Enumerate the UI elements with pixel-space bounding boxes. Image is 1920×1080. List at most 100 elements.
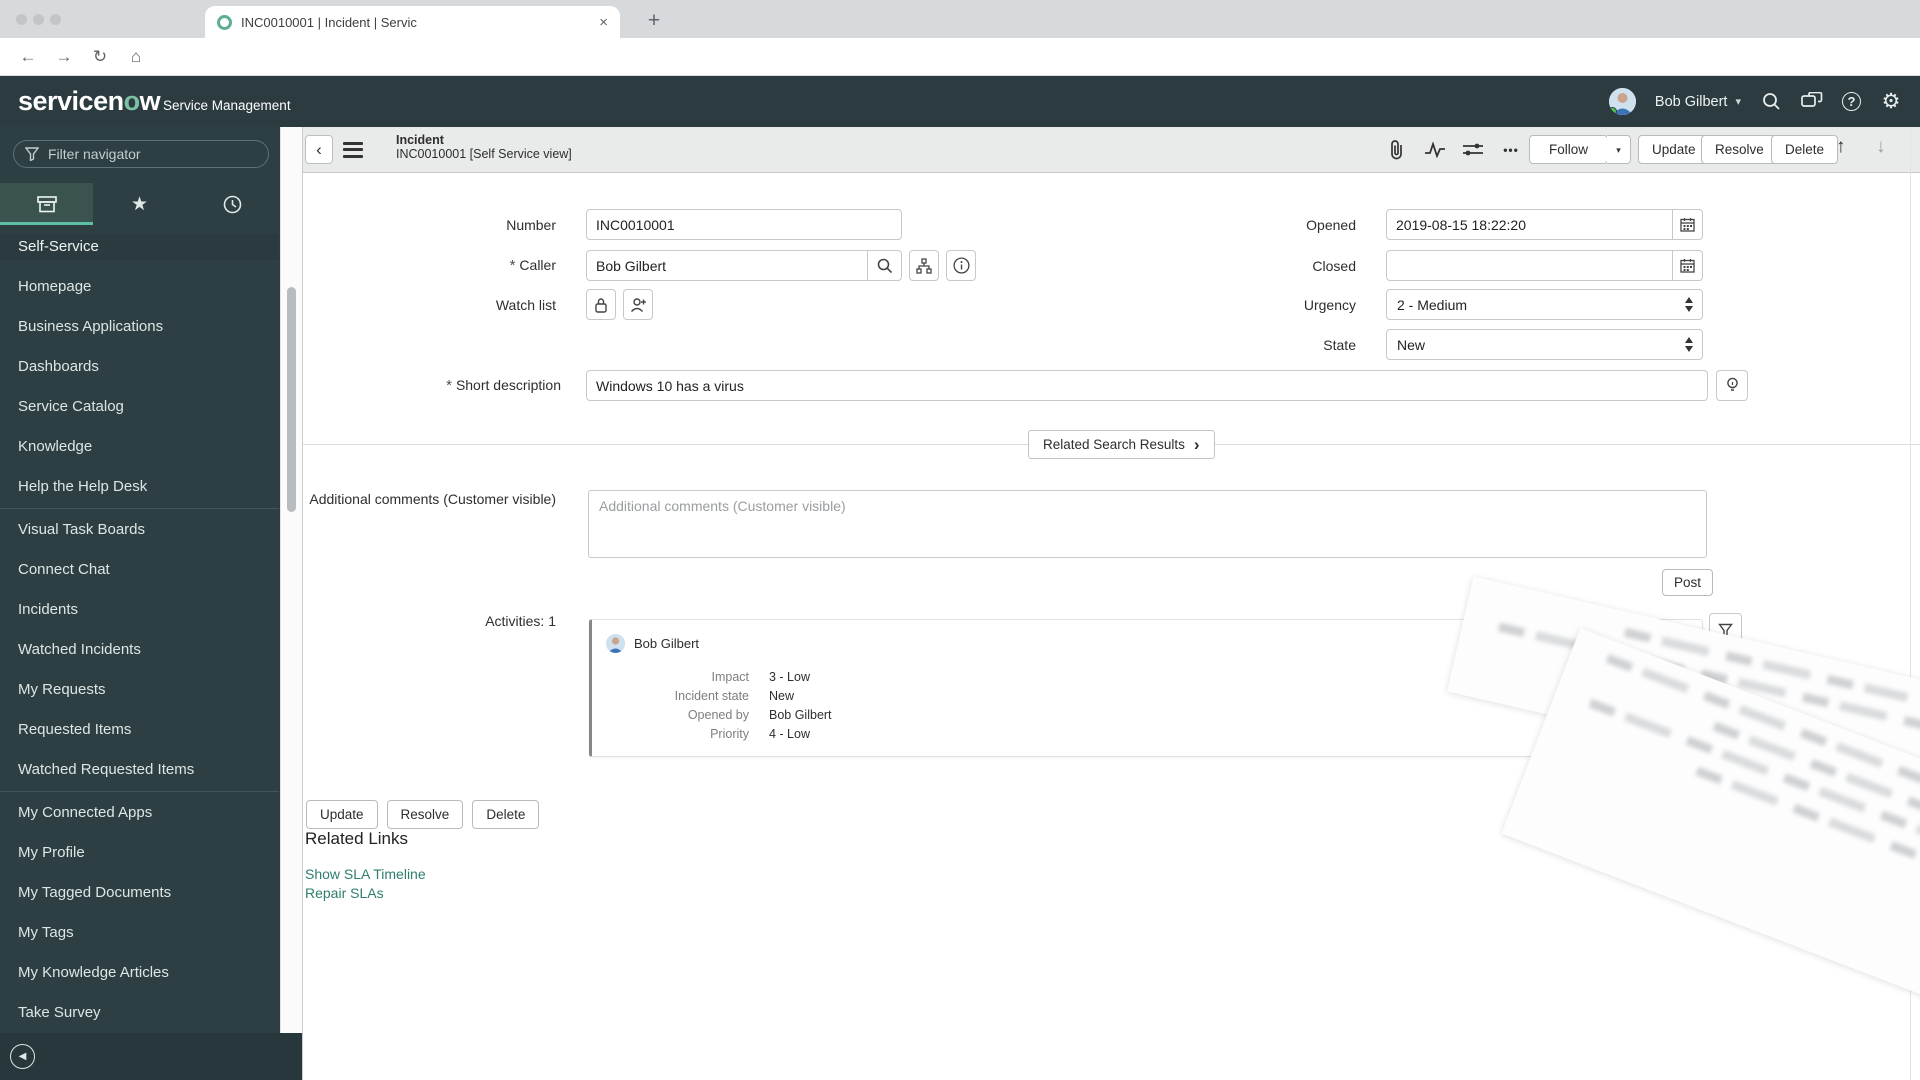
resolve-button[interactable]: Resolve [1701, 135, 1778, 164]
lock-icon[interactable] [586, 289, 616, 320]
update-button[interactable]: Update [1638, 135, 1710, 164]
archive-box-icon [36, 195, 57, 212]
star-icon: ★ [130, 193, 149, 215]
tab-favorites[interactable]: ★ [93, 183, 186, 225]
calendar-icon[interactable] [1673, 250, 1703, 281]
activity-avatar [606, 634, 625, 653]
filter-navigator-input[interactable] [48, 146, 238, 162]
state-select[interactable]: New [1386, 329, 1703, 360]
short-description-label: * Short description [446, 377, 561, 394]
sidebar-item-knowledge[interactable]: Knowledge [0, 427, 279, 467]
tab-all-applications[interactable] [0, 183, 93, 225]
required-marker: * [509, 257, 516, 274]
sidebar-item-take-survey[interactable]: Take Survey [0, 993, 279, 1033]
sidebar-item-requested-items[interactable]: Requested Items [0, 710, 279, 750]
record-type: Incident [396, 133, 444, 147]
browser-back-icon[interactable]: ← [16, 45, 40, 69]
required-marker: * [446, 377, 452, 394]
tab-history[interactable] [186, 183, 279, 225]
caller-label: * Caller [509, 257, 556, 274]
related-links-title: Related Links [305, 829, 409, 848]
new-tab-button[interactable]: + [640, 8, 668, 36]
application-navigator: ★ Self-Service Homepage Business Applica… [0, 127, 302, 1080]
navigator-tabs: ★ [0, 183, 279, 225]
browser-toolbar: ← → ↻ ⌂ dev89670.service-now.com/nav_to.… [0, 38, 1920, 109]
comments-textarea[interactable] [588, 490, 1707, 558]
product-name: Service Management [163, 98, 291, 113]
chevron-down-icon[interactable]: ▾ [1735, 95, 1741, 108]
sidebar-item-my-profile[interactable]: My Profile [0, 833, 279, 873]
related-search-results-button[interactable]: Related Search Results › [1028, 430, 1215, 459]
post-button[interactable]: Post [1662, 569, 1714, 596]
browser-tab-strip: INC0010001 | Incident | Servic × + [0, 0, 1920, 38]
browser-home-icon[interactable]: ⌂ [124, 45, 148, 69]
caller-input[interactable] [587, 251, 867, 280]
personalize-form-icon[interactable] [1461, 139, 1485, 161]
preview-record-icon[interactable] [946, 250, 976, 281]
repair-slas-link[interactable]: Repair SLAs [305, 885, 384, 901]
sidebar-item-incidents[interactable]: Incidents [0, 590, 279, 630]
resolve-button-bottom[interactable]: Resolve [386, 800, 464, 829]
next-record-icon[interactable]: ↓ [1876, 136, 1886, 158]
sidebar-item-watched-requested-items[interactable]: Watched Requested Items [0, 750, 279, 790]
calendar-icon[interactable] [1673, 209, 1703, 240]
help-icon[interactable]: ? [1842, 92, 1861, 111]
scrollbar-thumb[interactable] [287, 287, 296, 512]
menu-divider [0, 791, 279, 792]
sidebar-item-my-knowledge-articles[interactable]: My Knowledge Articles [0, 953, 279, 993]
follow-button[interactable]: Follow [1529, 135, 1608, 164]
sidebar-item-visual-task-boards[interactable]: Visual Task Boards [0, 510, 279, 550]
servicenow-favicon-icon [217, 14, 232, 30]
update-button-bottom[interactable]: Update [306, 800, 378, 829]
show-related-records-icon[interactable] [909, 250, 939, 281]
activity-stream-icon[interactable] [1423, 139, 1447, 161]
sidebar-item-homepage[interactable]: Homepage [0, 267, 279, 307]
user-avatar[interactable] [1608, 88, 1636, 115]
tab-close-icon[interactable]: × [599, 14, 608, 31]
global-search-icon[interactable] [1760, 91, 1782, 113]
user-menu[interactable]: Bob Gilbert [1655, 94, 1728, 110]
sidebar-item-my-connected-apps[interactable]: My Connected Apps [0, 793, 279, 833]
browser-reload-icon[interactable]: ↻ [88, 45, 112, 69]
browser-tab[interactable]: INC0010001 | Incident | Servic × [205, 6, 620, 38]
knowledge-search-icon[interactable] [1716, 370, 1748, 401]
sidebar-item-connect-chat[interactable]: Connect Chat [0, 550, 279, 590]
gear-icon[interactable]: ⚙ [1880, 90, 1902, 113]
reference-lookup-icon[interactable] [867, 251, 901, 280]
form-context-menu-icon[interactable] [343, 142, 363, 158]
delete-button-bottom[interactable]: Delete [472, 800, 540, 829]
sidebar-item-my-tagged-documents[interactable]: My Tagged Documents [0, 873, 279, 913]
urgency-select[interactable]: 2 - Medium [1386, 289, 1703, 320]
field-change-row: Priority 4 - Low [710, 727, 810, 741]
show-sla-timeline-link[interactable]: Show SLA Timeline [305, 866, 426, 882]
previous-record-icon[interactable]: ↑ [1836, 136, 1846, 158]
urgency-value: 2 - Medium [1397, 296, 1468, 313]
follow-dropdown-icon[interactable]: ▾ [1607, 135, 1631, 164]
sidebar-item-help-the-help-desk[interactable]: Help the Help Desk [0, 467, 279, 507]
filter-navigator[interactable] [13, 140, 269, 168]
window-controls[interactable] [16, 14, 61, 25]
short-description-field[interactable] [586, 370, 1708, 401]
funnel-icon [25, 147, 39, 161]
opened-field[interactable] [1386, 209, 1673, 240]
number-field[interactable] [586, 209, 902, 240]
collapse-sidebar-icon[interactable]: ◀ [10, 1044, 35, 1069]
sidebar-item-service-catalog[interactable]: Service Catalog [0, 387, 279, 427]
sidebar-item-dashboards[interactable]: Dashboards [0, 347, 279, 387]
back-button[interactable]: ‹ [305, 135, 333, 164]
menu-divider [0, 508, 279, 509]
add-user-icon[interactable] [623, 289, 653, 320]
delete-button[interactable]: Delete [1771, 135, 1839, 164]
sidebar-scrollbar[interactable] [280, 127, 302, 1033]
sidebar-item-watched-incidents[interactable]: Watched Incidents [0, 630, 279, 670]
browser-forward-icon[interactable]: → [52, 45, 76, 69]
sidebar-item-business-applications[interactable]: Business Applications [0, 307, 279, 347]
incident-form: Number Opened *Caller [303, 173, 1920, 1080]
connect-chat-icon[interactable] [1801, 91, 1823, 113]
attachment-icon[interactable] [1385, 139, 1409, 161]
closed-field[interactable] [1386, 250, 1673, 281]
activities-label: Activities: 1 [485, 613, 556, 629]
sidebar-item-my-requests[interactable]: My Requests [0, 670, 279, 710]
sidebar-item-my-tags[interactable]: My Tags [0, 913, 279, 953]
more-options-icon[interactable]: ••• [1499, 139, 1523, 161]
